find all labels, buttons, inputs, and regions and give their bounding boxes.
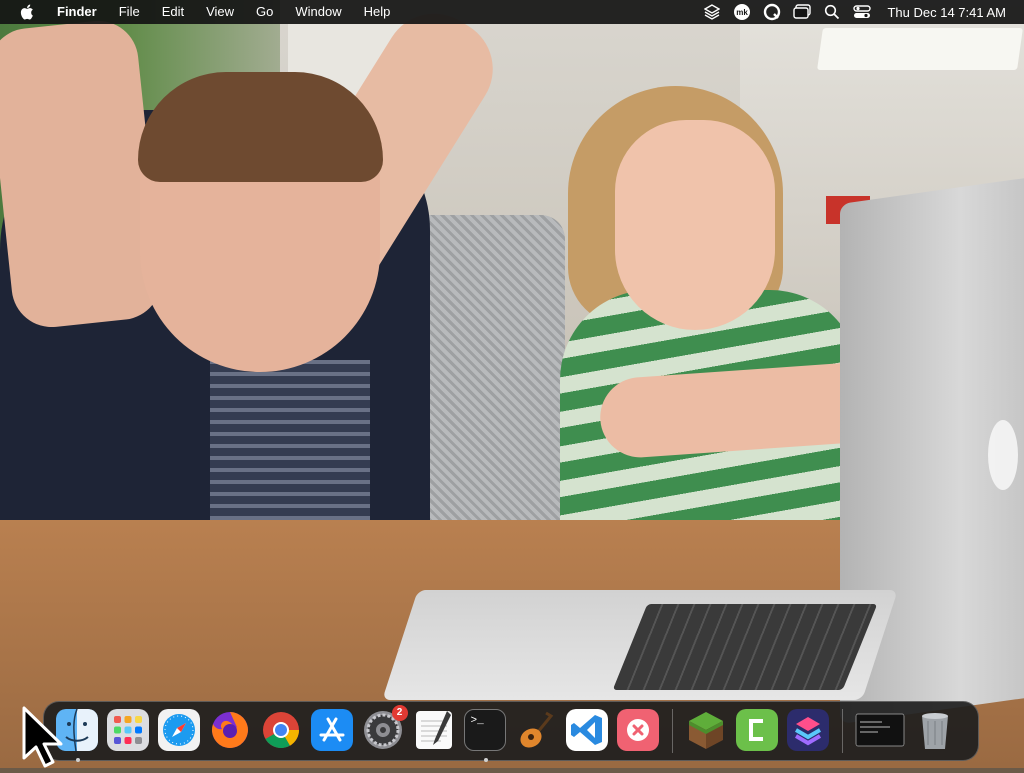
vscode-icon xyxy=(565,709,608,751)
menu-edit[interactable]: Edit xyxy=(151,0,195,24)
menu-bar-clock[interactable]: Thu Dec 14 7:41 AM xyxy=(887,5,1006,20)
window-preview-icon xyxy=(855,709,905,751)
dock-app-terminal[interactable]: >_ xyxy=(463,709,508,762)
textedit-icon xyxy=(413,709,455,751)
search-circle-icon[interactable] xyxy=(761,1,783,23)
cleaner-icon xyxy=(616,709,659,751)
dock-app-textedit[interactable] xyxy=(413,709,457,753)
dock-trash[interactable] xyxy=(914,709,958,753)
dock-app-vscode[interactable] xyxy=(565,709,610,753)
layers-icon[interactable] xyxy=(701,1,723,23)
window-icon[interactable] xyxy=(791,1,813,23)
running-indicator xyxy=(75,758,80,762)
dock-app-firefox[interactable] xyxy=(209,709,253,753)
terminal-icon: >_ xyxy=(463,709,506,751)
dock-app-launchpad[interactable] xyxy=(106,709,151,753)
shortcuts-icon xyxy=(786,709,829,751)
terminal-prompt-text: >_ xyxy=(470,715,484,727)
dock-window-preview[interactable] xyxy=(855,709,907,753)
dock-app-minecraft[interactable] xyxy=(685,709,729,753)
camtasia-icon xyxy=(735,709,778,751)
magnifier-icon[interactable] xyxy=(821,1,843,23)
control-center-icon[interactable] xyxy=(851,1,873,23)
app-store-icon xyxy=(310,709,353,751)
apple-menu-icon[interactable] xyxy=(18,2,36,22)
notification-badge: 2 xyxy=(391,705,408,721)
mk-icon[interactable]: mk xyxy=(731,1,753,23)
dock-app-garageband[interactable] xyxy=(515,709,559,753)
garageband-icon xyxy=(515,709,557,751)
dock: 2 >_ xyxy=(43,701,979,762)
desktop-wallpaper xyxy=(0,0,1024,768)
dock-separator xyxy=(672,709,673,753)
dock-app-safari[interactable] xyxy=(157,709,202,753)
menu-help[interactable]: Help xyxy=(353,0,402,24)
firefox-icon xyxy=(209,709,251,751)
trash-icon xyxy=(914,709,956,751)
dock-app-cleaner[interactable] xyxy=(616,709,661,753)
menu-go[interactable]: Go xyxy=(245,0,284,24)
dock-app-camtasia[interactable] xyxy=(735,709,780,753)
dock-app-chrome[interactable] xyxy=(260,709,304,753)
dock-app-shortcuts[interactable] xyxy=(786,709,831,753)
launchpad-icon xyxy=(106,709,149,751)
svg-text:mk: mk xyxy=(737,8,749,17)
safari-icon xyxy=(157,709,200,751)
menu-app-finder[interactable]: Finder xyxy=(50,0,108,24)
dock-app-app-store[interactable] xyxy=(310,709,355,753)
menu-view[interactable]: View xyxy=(195,0,245,24)
menu-window[interactable]: Window xyxy=(284,0,352,24)
dock-separator xyxy=(842,709,843,753)
mouse-pointer-icon xyxy=(20,706,70,768)
menu-bar: Finder File Edit View Go Window Help mk … xyxy=(0,0,1024,24)
menu-file[interactable]: File xyxy=(108,0,151,24)
running-indicator xyxy=(483,758,488,762)
chrome-icon xyxy=(260,709,302,751)
dock-app-system-settings[interactable]: 2 xyxy=(362,705,408,753)
minecraft-icon xyxy=(685,709,727,751)
